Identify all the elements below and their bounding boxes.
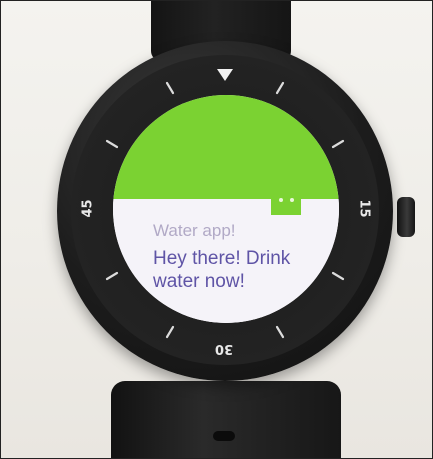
bezel-label-30: 30 <box>215 341 234 356</box>
notification-header-background <box>113 95 339 199</box>
photo-frame: 45 15 30 Water app! Hey there! Drink wat… <box>0 0 433 459</box>
bezel-label-15: 15 <box>356 199 372 218</box>
triangle-marker-icon <box>217 69 233 81</box>
notification-message: Hey there! Drink water now! <box>153 248 291 292</box>
app-icon-eye-left <box>279 198 283 202</box>
bezel-label-45: 45 <box>80 199 96 218</box>
watch-screen[interactable]: Water app! Hey there! Drink water now! <box>113 95 339 323</box>
green-face-icon <box>271 191 301 215</box>
strap-hole <box>213 431 235 441</box>
notification-app-name: Water app! <box>153 221 236 240</box>
watch-strap-bottom <box>111 381 341 458</box>
watch-crown-button[interactable] <box>397 197 415 237</box>
app-icon-eye-right <box>290 198 294 202</box>
